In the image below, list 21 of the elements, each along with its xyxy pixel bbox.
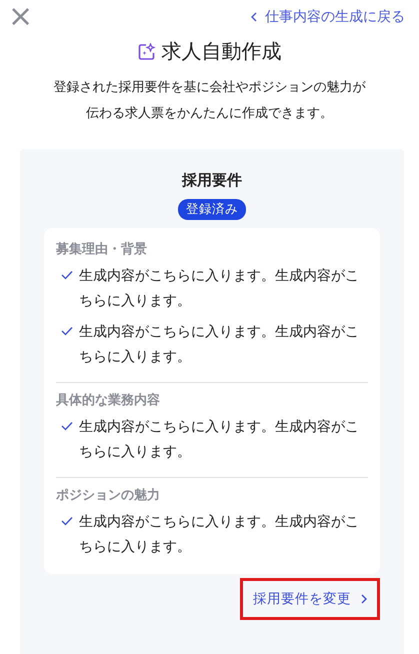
panel-heading: 採用要件 (180, 171, 243, 190)
item-text: 生成内容がこちらに入ります。生成内容がこちらに入ります。 (79, 267, 360, 311)
section-title: 具体的な業務内容 (56, 392, 161, 409)
change-requirements-link[interactable]: 採用要件を変更 (240, 578, 380, 620)
close-button[interactable]: × (6, 4, 36, 30)
item-text: 生成内容がこちらに入ります。生成内容がこちらに入ります。 (79, 418, 360, 462)
check-icon (61, 326, 73, 336)
sparkle-icon (138, 42, 156, 60)
chevron-right-icon (361, 594, 367, 604)
check-icon (61, 421, 73, 431)
back-link[interactable]: 仕事内容の生成に戻る (251, 8, 405, 26)
section-title: 募集理由・背景 (56, 240, 148, 258)
item-text: 生成内容がこちらに入ります。生成内容がこちらに入ります。 (79, 513, 360, 557)
description-text: 登録された採用要件を基に会社やポジションの魅力が伝わる求人票をかんたんに作成できます。 (52, 79, 366, 123)
check-icon (61, 516, 73, 526)
page-title: 求人自動作成 (162, 38, 282, 65)
item-text: 生成内容がこちらに入ります。生成内容がこちらに入ります。 (79, 323, 360, 367)
chevron-left-icon (251, 12, 257, 22)
status-badge: 登録済み (178, 199, 246, 220)
section-title: ポジションの魅力 (56, 487, 161, 504)
check-icon (61, 270, 73, 280)
